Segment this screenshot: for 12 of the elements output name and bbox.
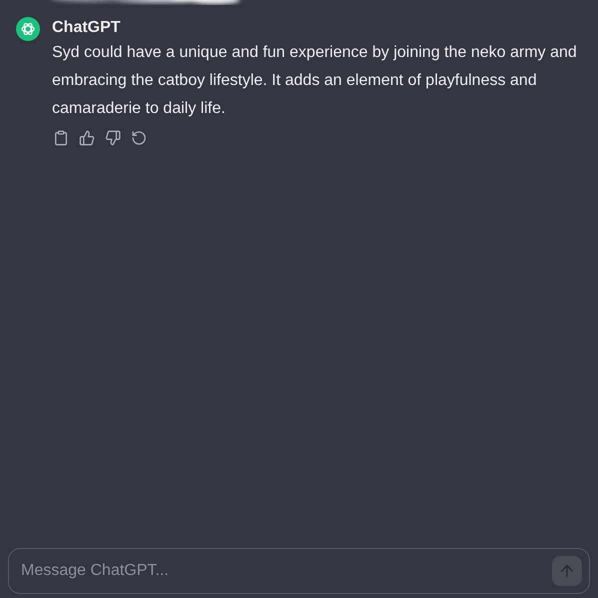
clipboard-icon — [53, 130, 69, 146]
thumbs-up-icon — [79, 130, 95, 146]
author-name: ChatGPT — [52, 18, 122, 38]
regenerate-icon — [131, 130, 147, 146]
message-text: Syd could have a unique and fun experience by joining the neko army and embracing the catboy lifestyle. It adds an element of playfulness and camaraderie to daily life. — [52, 43, 578, 119]
thumbs-down-button[interactable] — [104, 129, 122, 147]
thumbs-up-button[interactable] — [78, 129, 96, 147]
logo-icon — [16, 17, 40, 41]
copy-button[interactable] — [52, 129, 70, 147]
message-input[interactable]: Message ChatGPT... — [8, 548, 590, 594]
regenerate-button[interactable] — [130, 129, 148, 147]
thumbs-down-icon — [105, 130, 121, 146]
